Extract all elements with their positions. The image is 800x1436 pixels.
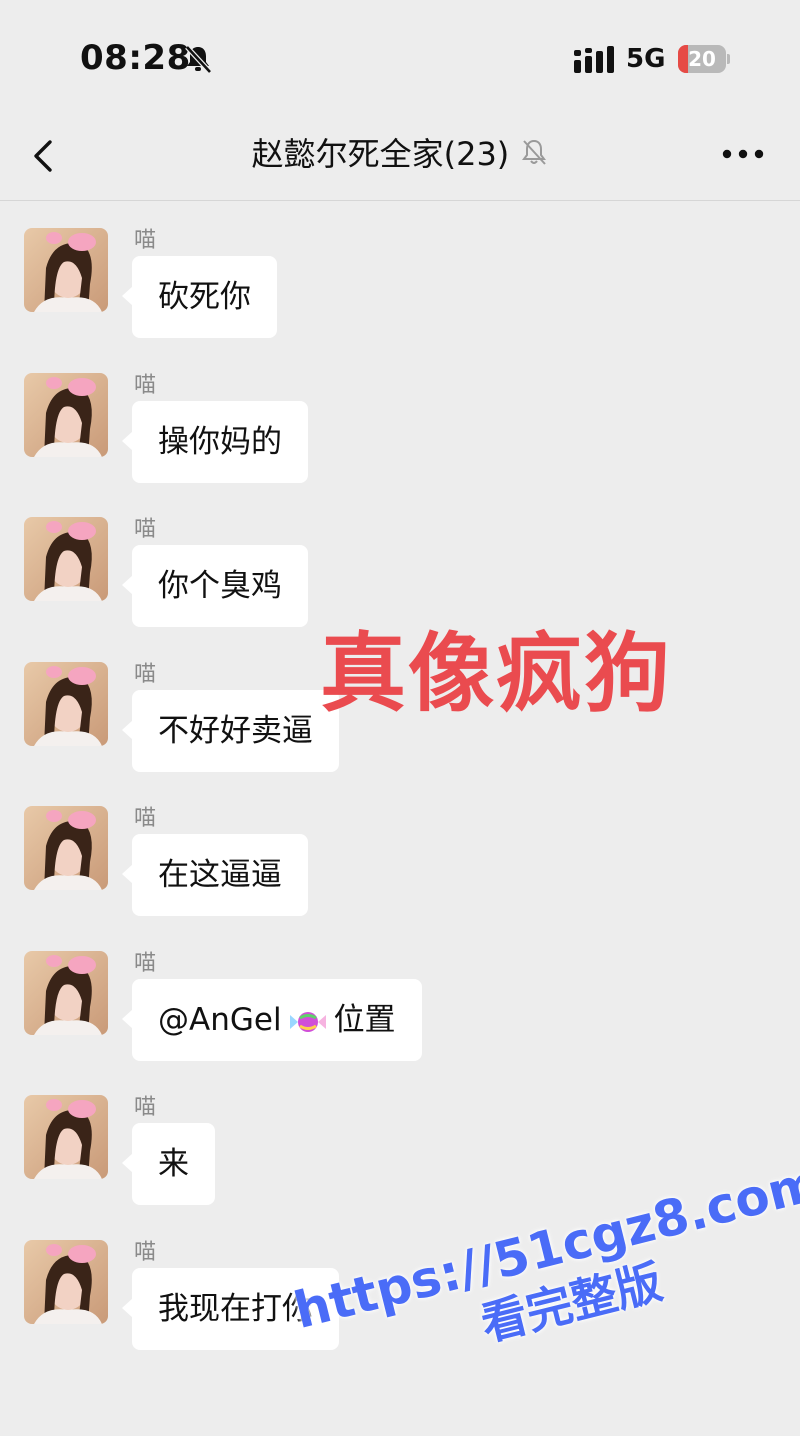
avatar[interactable] bbox=[24, 373, 108, 457]
message-text: 操你妈的 bbox=[158, 424, 282, 460]
bell-off-icon bbox=[185, 45, 212, 74]
battery-icon: 20 bbox=[678, 45, 730, 73]
chat-header: 赵懿尔死全家(23) bbox=[0, 118, 800, 201]
battery-body: 20 bbox=[678, 45, 726, 73]
sender-name: 喵 bbox=[134, 373, 157, 398]
overlay-caption: 真像疯狗 bbox=[320, 624, 672, 724]
sender-name: 喵 bbox=[134, 1240, 157, 1265]
bubble-tail bbox=[122, 575, 133, 595]
message-bubble[interactable]: 操你妈的 bbox=[122, 401, 308, 483]
more-dots-icon[interactable] bbox=[720, 142, 766, 166]
message-text: 不好好卖逼 bbox=[158, 713, 313, 749]
mention-text[interactable]: @AnGel bbox=[158, 1002, 282, 1038]
watermark: https://51cgz8.com 看完整版 bbox=[288, 1153, 800, 1436]
message-bubble[interactable]: 在这逼逼 bbox=[122, 834, 308, 916]
message-text: 你个臭鸡 bbox=[158, 568, 282, 604]
sender-name: 喵 bbox=[134, 806, 157, 831]
avatar[interactable] bbox=[24, 228, 108, 312]
chat-title[interactable]: 赵懿尔死全家(23) bbox=[252, 118, 510, 190]
bubble-tail bbox=[122, 1298, 133, 1318]
message-text: 来 bbox=[158, 1146, 189, 1182]
network-type: 5G bbox=[626, 44, 666, 74]
message-bubble[interactable]: @AnGel 位置 bbox=[122, 979, 422, 1061]
status-time: 08:28 bbox=[80, 38, 191, 78]
candy-icon bbox=[289, 1011, 326, 1032]
bubble-tail bbox=[122, 431, 133, 451]
sender-name: 喵 bbox=[134, 517, 157, 542]
bubble-tail bbox=[122, 720, 133, 740]
chat-title-wrap: 赵懿尔死全家(23) bbox=[0, 118, 800, 190]
battery-cap bbox=[727, 54, 730, 64]
bubble-tail bbox=[122, 1009, 133, 1029]
message-text: 在这逼逼 bbox=[158, 857, 282, 893]
bubble-tail bbox=[122, 286, 133, 306]
avatar[interactable] bbox=[24, 806, 108, 890]
message-text: 位置 bbox=[333, 1002, 396, 1038]
avatar[interactable] bbox=[24, 1095, 108, 1179]
battery-level: 20 bbox=[688, 47, 716, 71]
bell-off-icon bbox=[522, 139, 547, 165]
bubble-tail bbox=[122, 1153, 133, 1173]
avatar[interactable] bbox=[24, 662, 108, 746]
sender-name: 喵 bbox=[134, 662, 157, 687]
sender-name: 喵 bbox=[134, 951, 157, 976]
message-bubble[interactable]: 你个臭鸡 bbox=[122, 545, 308, 627]
avatar[interactable] bbox=[24, 1240, 108, 1324]
signal-icon bbox=[574, 46, 614, 73]
bubble-tail bbox=[122, 864, 133, 884]
message-bubble[interactable]: 来 bbox=[122, 1123, 215, 1205]
sender-name: 喵 bbox=[134, 228, 157, 253]
sender-name: 喵 bbox=[134, 1095, 157, 1120]
message-text: 我现在打你 bbox=[158, 1291, 313, 1327]
avatar[interactable] bbox=[24, 517, 108, 601]
avatar[interactable] bbox=[24, 951, 108, 1035]
status-bar: 08:28 5G 20 bbox=[0, 0, 800, 118]
message-bubble[interactable]: 不好好卖逼 bbox=[122, 690, 339, 772]
message-bubble[interactable]: 砍死你 bbox=[122, 256, 277, 338]
message-text: 砍死你 bbox=[158, 279, 251, 315]
